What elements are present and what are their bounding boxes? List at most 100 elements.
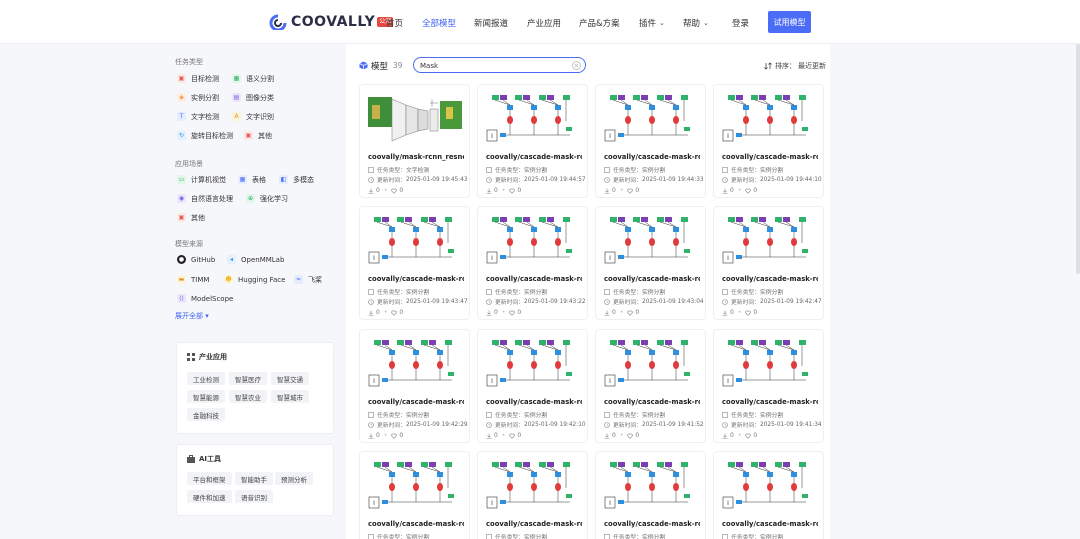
search-box[interactable] xyxy=(413,57,586,73)
heart-icon xyxy=(391,310,398,316)
model-time-line: 更新时间： 2025-01-09 19:44:10 xyxy=(722,175,822,184)
ai-chip[interactable]: 语音识别 xyxy=(235,490,273,503)
tag-icon xyxy=(604,166,610,173)
time-label: 更新时间： xyxy=(495,178,524,184)
openmmlab-icon: ◂ xyxy=(227,255,236,264)
scene-tag-rl[interactable]: ⊕ 强化学习 xyxy=(246,191,288,206)
nav-home[interactable]: 首页 xyxy=(386,17,403,29)
tag-icon xyxy=(368,411,374,418)
model-card[interactable]: I coovally/cascade-mask-rcnn 任务类型： 实例分割 … xyxy=(713,84,824,198)
industry-title-text: 产业应用 xyxy=(199,353,227,361)
industry-chip[interactable]: 智慧农业 xyxy=(229,390,267,403)
model-card[interactable]: coovally/mask-rcnn_resnet50 任务类型： 文字检测 更… xyxy=(359,84,470,198)
github-icon: ● xyxy=(177,255,186,264)
source-tag-openmmlab[interactable]: ◂ OpenMMLab xyxy=(227,252,284,267)
task-tag-detection[interactable]: ▣ 目标检测 xyxy=(177,71,219,86)
scene-tag-multimodal[interactable]: ◧ 多模态 xyxy=(279,172,314,187)
source-tag-huggingface[interactable]: ☻ Hugging Face xyxy=(224,272,285,287)
nav-industry[interactable]: 产业应用 xyxy=(527,17,561,29)
model-card-title: coovally/cascade-mask-rcnn xyxy=(368,275,464,283)
ai-chip[interactable]: 预测分析 xyxy=(275,472,313,485)
scene-tag-table[interactable]: ▦ 表格 xyxy=(238,172,266,187)
industry-chip[interactable]: 金融科技 xyxy=(187,408,225,421)
model-card[interactable]: I coovally/cascade-mask-rcnn 任务类型： 实例分割 … xyxy=(595,329,706,443)
like-count: 0 xyxy=(753,187,758,194)
ai-chip[interactable]: 平台和框架 xyxy=(187,472,232,485)
model-card-title: coovally/cascade-mask-rcnn xyxy=(722,153,818,161)
download-icon xyxy=(486,310,492,316)
download-icon xyxy=(722,310,728,316)
scene-tag-other[interactable]: ▣ 其他 xyxy=(177,210,205,225)
task-value: 实例分割 xyxy=(760,413,784,419)
download-count: 0 xyxy=(376,309,380,316)
clock-icon xyxy=(368,176,374,183)
model-card[interactable]: I coovally/cascade-mask-rcnn 任务类型： 实例分割 … xyxy=(595,84,706,198)
nav-all-models[interactable]: 全部模型 xyxy=(422,17,456,29)
task-label: 任务类型： xyxy=(731,168,760,174)
tag-label: 实例分割 xyxy=(191,93,219,102)
industry-chip[interactable]: 智慧交通 xyxy=(271,372,309,385)
model-time-line: 更新时间： 2025-01-09 19:43:47 xyxy=(368,297,468,306)
download-icon xyxy=(368,310,374,316)
scene-tag-cv[interactable]: ▭ 计算机视觉 xyxy=(177,172,226,187)
search-input[interactable] xyxy=(420,60,570,71)
task-tag-classification[interactable]: ▤ 图像分类 xyxy=(232,90,274,105)
model-card-title: coovally/cascade-mask-rcnn xyxy=(486,520,582,528)
industry-chip[interactable]: 智慧城市 xyxy=(271,390,309,403)
industry-chip[interactable]: 智慧医疗 xyxy=(229,372,267,385)
nav-help[interactable]: 帮助 ⌄ xyxy=(683,17,709,29)
model-time-line: 更新时间： 2025-01-09 19:42:47 xyxy=(722,297,822,306)
task-tag-text-detection[interactable]: T 文字检测 xyxy=(177,109,219,124)
model-card[interactable]: I coovally/cascade-mask-rcnn 任务类型： 实例分割 … xyxy=(477,451,588,539)
task-tag-text-recognition[interactable]: A 文字识别 xyxy=(232,109,274,124)
time-label: 更新时间： xyxy=(731,300,760,306)
task-value: 实例分割 xyxy=(406,535,430,539)
time-value: 2025-01-09 19:43:22 xyxy=(524,298,586,305)
model-task-line: 任务类型： 实例分割 xyxy=(486,532,547,539)
page-scrollbar[interactable] xyxy=(1076,44,1080,274)
model-task-line: 任务类型： 实例分割 xyxy=(604,410,665,419)
industry-chip[interactable]: 智慧能源 xyxy=(187,390,225,403)
nav-plugins[interactable]: 插件 ⌄ xyxy=(639,17,665,29)
sort-control[interactable]: 排序： 最近更新 xyxy=(764,61,826,71)
model-card[interactable]: I coovally/cascade-mask-rcnn 任务类型： 实例分割 … xyxy=(595,451,706,539)
task-tag-instance-seg[interactable]: ◈ 实例分割 xyxy=(177,90,219,105)
source-tag-github[interactable]: ● GitHub xyxy=(177,252,215,267)
model-card[interactable]: I coovally/cascade-mask-rcnn 任务类型： 实例分割 … xyxy=(359,329,470,443)
source-tag-timm[interactable]: ▬ TIMM xyxy=(177,272,209,287)
task-value: 文字检测 xyxy=(406,168,430,174)
model-card[interactable]: I coovally/cascade-mask-rcnn 任务类型： 实例分割 … xyxy=(477,84,588,198)
model-stats: 0 • 0 xyxy=(368,432,403,439)
ai-chip[interactable]: 硬件和加速 xyxy=(187,490,232,503)
task-tag-semantic-seg[interactable]: ▦ 语义分割 xyxy=(232,71,274,86)
model-card[interactable]: I coovally/cascade-mask-rcnn 任务类型： 实例分割 … xyxy=(477,329,588,443)
model-card[interactable]: I coovally/cascade-mask-rcnn 任务类型： 实例分割 … xyxy=(359,206,470,320)
model-card[interactable]: I coovally/cascade-mask-rcnn 任务类型： 实例分割 … xyxy=(359,451,470,539)
model-card[interactable]: I coovally/cascade-mask-rcnn 任务类型： 实例分割 … xyxy=(477,206,588,320)
time-value: 2025-01-09 19:44:10 xyxy=(760,176,822,183)
ai-chip[interactable]: 智能助手 xyxy=(235,472,273,485)
task-tag-rotated-detection[interactable]: ↻ 旋转目标检测 xyxy=(177,128,233,143)
tag-icon xyxy=(368,533,374,539)
trial-model-button[interactable]: 试用模型 xyxy=(768,11,811,33)
task-value: 实例分割 xyxy=(642,168,666,174)
industry-chip[interactable]: 工业检测 xyxy=(187,372,225,385)
svg-text:I: I xyxy=(373,255,375,262)
clock-icon xyxy=(722,298,728,305)
model-card[interactable]: I coovally/cascade-mask-rcnn 任务类型： 实例分割 … xyxy=(713,329,824,443)
logo[interactable]: COOVALLY 公测 xyxy=(268,13,394,31)
source-tag-paddle[interactable]: ≈ 飞桨 xyxy=(294,272,322,287)
model-card[interactable]: I coovally/cascade-mask-rcnn 任务类型： 实例分割 … xyxy=(595,206,706,320)
nav-products[interactable]: 产品&方案 xyxy=(579,17,620,29)
model-card[interactable]: I coovally/cascade-mask-rcnn 任务类型： 实例分割 … xyxy=(713,451,824,539)
source-tag-modelscope[interactable]: ⟨⟩ ModelScope xyxy=(177,291,233,306)
ai-title-text: AI工具 xyxy=(199,455,222,463)
expand-all-link[interactable]: 展开全部 ▾ xyxy=(175,311,209,321)
nav-news[interactable]: 新闻报道 xyxy=(474,17,508,29)
login-link[interactable]: 登录 xyxy=(732,17,749,29)
model-card[interactable]: I coovally/cascade-mask-rcnn 任务类型： 实例分割 … xyxy=(713,206,824,320)
model-task-line: 任务类型： 实例分割 xyxy=(604,165,665,174)
task-tag-other[interactable]: ▣ 其他 xyxy=(244,128,272,143)
scene-tag-nlp[interactable]: ◉ 自然语言处理 xyxy=(177,191,233,206)
clear-icon[interactable] xyxy=(572,61,581,70)
